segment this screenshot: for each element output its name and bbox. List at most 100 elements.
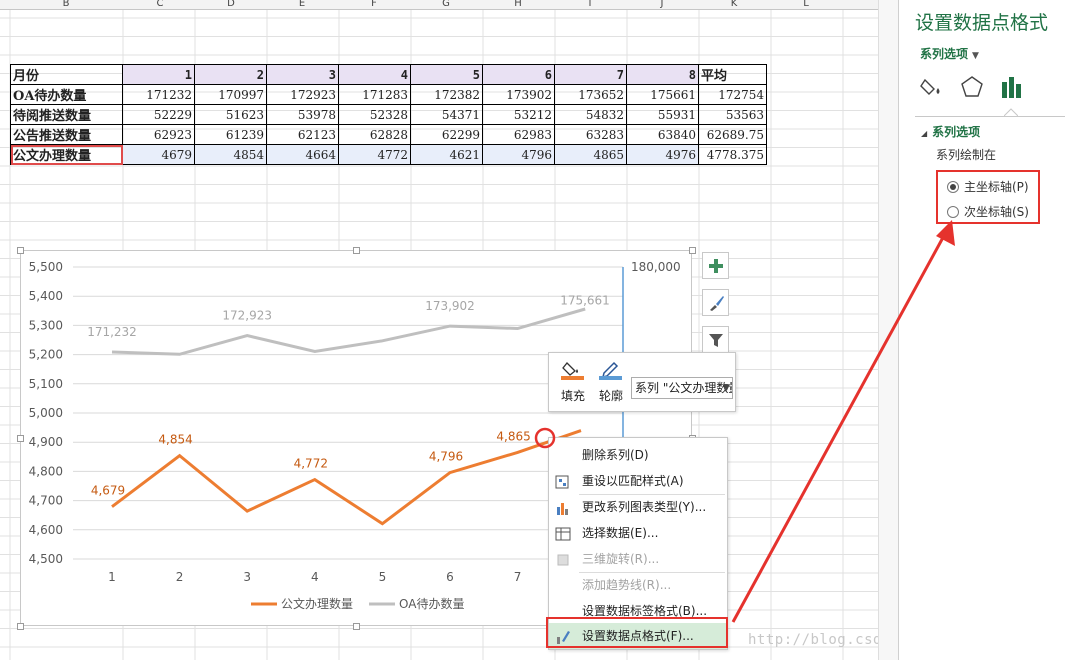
chart-resize-handle[interactable] — [17, 623, 24, 630]
month-header-cell[interactable]: 5 — [410, 64, 483, 85]
value-cell[interactable]: 52328 — [338, 104, 411, 125]
value-cell[interactable]: 54832 — [554, 104, 627, 125]
value-cell[interactable]: 170997 — [194, 84, 267, 105]
value-cell[interactable]: 172923 — [266, 84, 339, 105]
value-cell[interactable]: 62923 — [122, 124, 195, 145]
column-header[interactable]: D — [221, 0, 241, 10]
month-header-cell[interactable]: 3 — [266, 64, 339, 85]
column-header[interactable]: E — [292, 0, 312, 10]
month-header-cell[interactable]: 6 — [482, 64, 555, 85]
legend-label: 公文办理数量 — [281, 596, 353, 611]
value-cell[interactable]: 4772 — [338, 144, 411, 165]
row-label-cell[interactable]: OA待办数量 — [10, 84, 123, 105]
series-select-dropdown[interactable]: 系列 "公文办理数量" ▼ — [631, 377, 733, 399]
value-cell[interactable]: 62299 — [410, 124, 483, 145]
value-cell[interactable]: 4854 — [194, 144, 267, 165]
value-cell[interactable]: 62828 — [338, 124, 411, 145]
column-header[interactable]: F — [364, 0, 384, 10]
x-tick-label: 4 — [311, 570, 319, 584]
series-options-section[interactable]: ◢ 系列选项 — [921, 123, 980, 140]
value-cell[interactable]: 62983 — [482, 124, 555, 145]
value-cell[interactable]: 63283 — [554, 124, 627, 145]
column-header[interactable]: L — [796, 0, 816, 10]
chart-filters-button[interactable] — [702, 326, 729, 353]
value-cell[interactable]: 172382 — [410, 84, 483, 105]
context-menu-item[interactable]: 添加趋势线(R)... — [549, 572, 727, 598]
value-cell[interactable]: 55931 — [626, 104, 699, 125]
value-cell[interactable]: 53978 — [266, 104, 339, 125]
y-tick-label: 4,900 — [29, 435, 63, 449]
value-cell[interactable]: 54371 — [410, 104, 483, 125]
column-header[interactable]: I — [580, 0, 600, 10]
value-cell[interactable]: 61239 — [194, 124, 267, 145]
column-header[interactable]: H — [508, 0, 528, 10]
value-cell[interactable]: 53212 — [482, 104, 555, 125]
column-header[interactable]: K — [724, 0, 744, 10]
average-cell[interactable]: 4778.375 — [698, 144, 767, 165]
value-cell[interactable]: 4679 — [122, 144, 195, 165]
month-header-cell[interactable]: 7 — [554, 64, 627, 85]
annotation-box-format-point — [546, 617, 728, 648]
context-menu-item[interactable]: 三维旋转(R)... — [549, 546, 727, 572]
value-cell[interactable]: 4976 — [626, 144, 699, 165]
fill-line-tab-icon[interactable] — [919, 74, 945, 100]
row-label-cell[interactable]: 公告推送数量 — [10, 124, 123, 145]
row-label-cell[interactable]: 公文办理数量 — [10, 144, 123, 165]
x-tick-label: 7 — [514, 570, 522, 584]
column-header[interactable]: G — [436, 0, 456, 10]
doc-data-label: 4,796 — [429, 450, 463, 464]
value-cell[interactable]: 4664 — [266, 144, 339, 165]
column-header[interactable]: B — [56, 0, 76, 10]
table-header-row: 月份 1 2 3 4 5 6 7 8 平均 — [10, 64, 767, 85]
average-cell[interactable]: 53563 — [698, 104, 767, 125]
value-cell[interactable]: 63840 — [626, 124, 699, 145]
paint-bucket-icon — [561, 362, 584, 380]
chart-styles-button[interactable] — [702, 289, 729, 316]
value-cell[interactable]: 171232 — [122, 84, 195, 105]
value-cell[interactable]: 4865 — [554, 144, 627, 165]
chart-elements-button[interactable] — [702, 252, 729, 279]
value-cell[interactable]: 52229 — [122, 104, 195, 125]
doc-data-label: 4,865 — [496, 429, 530, 443]
mini-format-toolbar: 填充 轮廓 系列 "公文办理数量" ▼ — [548, 352, 736, 412]
value-cell[interactable]: 62123 — [266, 124, 339, 145]
column-header[interactable]: J — [652, 0, 672, 10]
chart-resize-handle[interactable] — [689, 247, 696, 254]
chart-resize-handle[interactable] — [353, 247, 360, 254]
y-tick-label: 5,000 — [29, 406, 63, 420]
collapse-triangle-icon: ◢ — [921, 129, 928, 138]
x-tick-label: 3 — [243, 570, 251, 584]
month-header-cell[interactable]: 8 — [626, 64, 699, 85]
series-options-dropdown[interactable]: 系列选项 ▼ — [920, 45, 979, 62]
month-header-cell[interactable]: 1 — [122, 64, 195, 85]
value-cell[interactable]: 173652 — [554, 84, 627, 105]
context-menu-item[interactable]: 重设以匹配样式(A) — [549, 468, 727, 494]
month-header-cell[interactable]: 4 — [338, 64, 411, 85]
secondary-y-tick-label: 180,000 — [631, 260, 681, 274]
value-cell[interactable]: 4621 — [410, 144, 483, 165]
chart-resize-handle[interactable] — [353, 623, 360, 630]
table-row: OA待办数量 171232 170997 172923 171283 172382 1739… — [10, 84, 767, 105]
chart-resize-handle[interactable] — [17, 247, 24, 254]
context-menu-item[interactable]: 选择数据(E)... — [549, 520, 727, 546]
series-options-tab-icon[interactable] — [999, 74, 1025, 100]
column-header[interactable]: C — [150, 0, 170, 10]
month-header-cell[interactable]: 2 — [194, 64, 267, 85]
average-header-cell[interactable]: 平均 — [698, 64, 767, 85]
context-menu-item[interactable]: 更改系列图表类型(Y)... — [549, 494, 727, 520]
value-cell[interactable]: 173902 — [482, 84, 555, 105]
effects-tab-icon[interactable] — [959, 74, 985, 100]
value-cell[interactable]: 4796 — [482, 144, 555, 165]
value-cell[interactable]: 175661 — [626, 84, 699, 105]
value-cell[interactable]: 171283 — [338, 84, 411, 105]
row-label-cell[interactable]: 月份 — [10, 64, 123, 85]
context-menu-item[interactable]: 删除系列(D) — [549, 442, 727, 468]
chart-resize-handle[interactable] — [17, 435, 24, 442]
row-label-cell[interactable]: 待阅推送数量 — [10, 104, 123, 125]
fill-tool[interactable]: 填充 — [555, 359, 591, 404]
outline-tool[interactable]: 轮廓 — [593, 359, 629, 404]
average-cell[interactable]: 62689.75 — [698, 124, 767, 145]
value-cell[interactable]: 51623 — [194, 104, 267, 125]
sheet-vertical-scrollbar[interactable] — [878, 0, 898, 660]
average-cell[interactable]: 172754 — [698, 84, 767, 105]
